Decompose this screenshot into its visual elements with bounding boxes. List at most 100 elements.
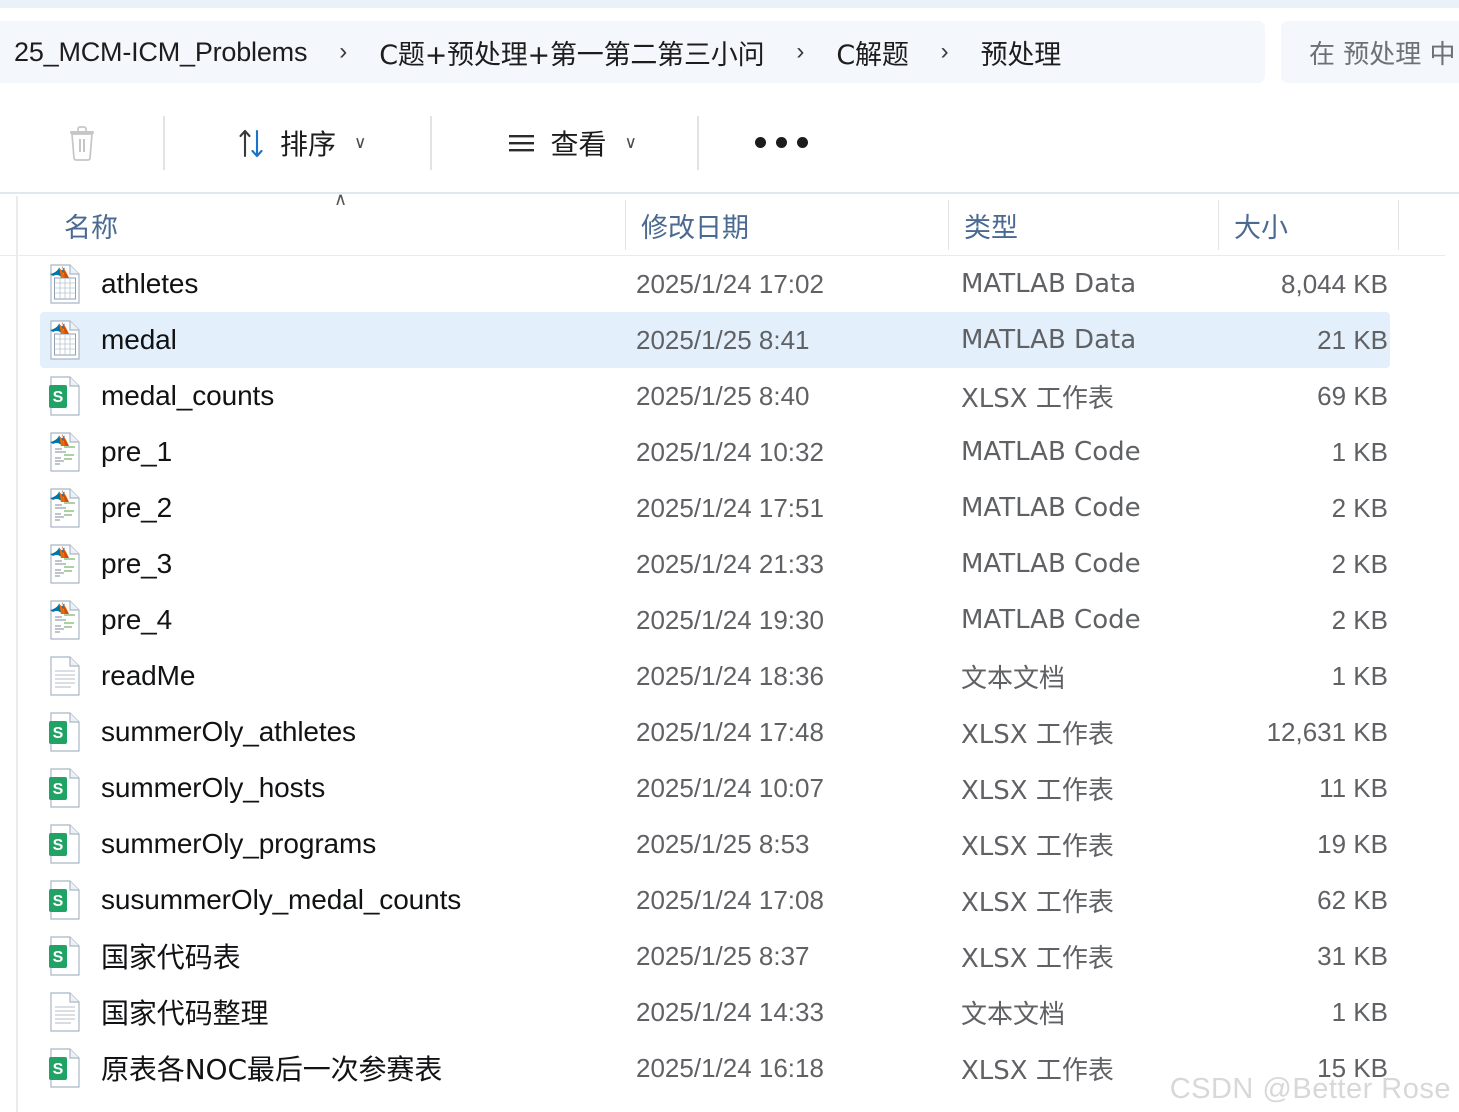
- excel-icon: S: [48, 376, 82, 416]
- cell-size: 2 KB: [1331, 548, 1388, 579]
- breadcrumb[interactable]: 25_MCM-ICM_Problems › C题+预处理+第一第二第三小问 › C解题 ›…: [0, 21, 1265, 83]
- more-options-button[interactable]: [743, 112, 820, 174]
- column-header-type[interactable]: 类型: [948, 194, 1218, 256]
- sort-button[interactable]: 排序 ∨: [222, 112, 378, 174]
- sort-label: 排序: [280, 127, 337, 161]
- file-name: medal: [101, 324, 177, 355]
- cell-name[interactable]: pre_3: [48, 544, 172, 584]
- file-name: pre_2: [101, 492, 173, 523]
- table-row[interactable]: Smedal_counts 2025/1/25 8:40 XLSX 工作表 69 KB: [0, 368, 1459, 424]
- delete-button[interactable]: [53, 112, 111, 174]
- table-row[interactable]: SsusummerOly_medal_counts 2025/1/24 17:08…: [0, 872, 1459, 928]
- cell-type: 文本文档: [961, 999, 1066, 1030]
- window-top-strip: [0, 0, 1459, 8]
- cell-date-modified: 2025/1/25 8:40: [636, 380, 810, 411]
- column-header-size[interactable]: 大小: [1218, 194, 1398, 256]
- table-row[interactable]: readMe 2025/1/24 18:36 文本文档 1 KB: [0, 648, 1459, 704]
- file-name: pre_1: [101, 436, 173, 467]
- column-header-date-modified[interactable]: 修改日期: [625, 194, 948, 256]
- excel-icon: S: [48, 712, 82, 752]
- cell-date-modified: 2025/1/24 19:30: [636, 604, 824, 635]
- svg-text:S: S: [53, 837, 64, 854]
- text-file-icon: [48, 992, 82, 1032]
- table-row[interactable]: 国家代码整理 2025/1/24 14:33 文本文档 1 KB: [0, 984, 1459, 1040]
- trash-icon: [70, 125, 94, 161]
- cell-name[interactable]: S 国家代码表: [48, 936, 241, 976]
- excel-icon: S: [48, 768, 82, 808]
- breadcrumb-item-1[interactable]: 25_MCM-ICM_Problems: [8, 35, 313, 70]
- cell-name[interactable]: Smedal_counts: [48, 376, 274, 416]
- toolbar-divider-2: [430, 115, 433, 170]
- cell-name[interactable]: medal: [48, 320, 177, 360]
- table-row[interactable]: pre_4 2025/1/24 19:30 MATLAB Code 2 KB: [0, 592, 1459, 648]
- table-row[interactable]: medal 2025/1/25 8:41 MATLAB Data 21 KB: [0, 312, 1459, 368]
- matlab-code-icon: [48, 488, 82, 528]
- cell-date-modified: 2025/1/24 17:51: [636, 492, 824, 523]
- breadcrumb-item-2[interactable]: C题+预处理+第一第二第三小问: [373, 31, 770, 74]
- table-row[interactable]: athletes 2025/1/24 17:02 MATLAB Data 8,044 …: [0, 256, 1459, 312]
- cell-name[interactable]: SsusummerOly_medal_counts: [48, 880, 461, 920]
- cell-date-modified: 2025/1/24 18:36: [636, 660, 824, 691]
- cell-date-modified: 2025/1/24 17:08: [636, 884, 824, 915]
- ellipsis-icon: [754, 137, 808, 148]
- table-row[interactable]: SsummerOly_athletes 2025/1/24 17:48 XLSX 工…: [0, 704, 1459, 760]
- sort-ascending-caret-icon: ∧: [334, 189, 348, 209]
- cell-name[interactable]: pre_4: [48, 600, 172, 640]
- table-row[interactable]: pre_2 2025/1/24 17:51 MATLAB Code 2 KB: [0, 480, 1459, 536]
- address-bar-row: 25_MCM-ICM_Problems › C题+预处理+第一第二第三小问 › C解题 ›…: [0, 8, 1459, 93]
- cell-date-modified: 2025/1/25 8:41: [636, 324, 810, 355]
- cell-type: XLSX 工作表: [961, 719, 1114, 750]
- cell-size: 1 KB: [1331, 996, 1388, 1027]
- cell-size: 21 KB: [1317, 324, 1388, 355]
- cell-date-modified: 2025/1/25 8:37: [636, 940, 810, 971]
- breadcrumb-item-3[interactable]: C解题: [830, 31, 914, 74]
- watermark: CSDN @Better Rose: [1169, 1073, 1451, 1105]
- file-name: susummerOly_medal_counts: [101, 884, 462, 915]
- breadcrumb-separator: ›: [940, 38, 949, 65]
- search-box[interactable]: 在 预处理 中: [1281, 21, 1459, 83]
- cell-size: 19 KB: [1317, 828, 1388, 859]
- cell-date-modified: 2025/1/25 8:53: [636, 828, 810, 859]
- svg-text:S: S: [53, 1061, 64, 1078]
- cell-type: XLSX 工作表: [961, 887, 1114, 918]
- hamburger-lines-icon: [509, 134, 535, 151]
- cell-name[interactable]: athletes: [48, 264, 198, 304]
- cell-name[interactable]: readMe: [48, 656, 195, 696]
- cell-type: XLSX 工作表: [961, 1055, 1114, 1086]
- svg-text:S: S: [53, 893, 64, 910]
- cell-size: 1 KB: [1331, 436, 1388, 467]
- toolbar-divider-3: [696, 115, 699, 170]
- cell-size: 62 KB: [1317, 884, 1388, 915]
- cell-name[interactable]: S 原表各NOC最后一次参赛表: [48, 1048, 442, 1088]
- cell-type: MATLAB Data: [961, 269, 1137, 299]
- breadcrumb-item-4[interactable]: 预处理: [975, 31, 1067, 74]
- column-divider-4[interactable]: [1398, 200, 1399, 250]
- matlab-data-icon: [48, 264, 82, 304]
- cell-name[interactable]: SsummerOly_programs: [48, 824, 376, 864]
- table-row[interactable]: SsummerOly_programs 2025/1/25 8:53 XLSX 工作…: [0, 816, 1459, 872]
- cell-size: 2 KB: [1331, 604, 1388, 635]
- excel-icon: S: [48, 936, 82, 976]
- matlab-code-icon: [48, 544, 82, 584]
- svg-text:S: S: [53, 781, 64, 798]
- cell-name[interactable]: pre_1: [48, 432, 172, 472]
- table-row[interactable]: pre_3 2025/1/24 21:33 MATLAB Code 2 KB: [0, 536, 1459, 592]
- cell-name[interactable]: pre_2: [48, 488, 172, 528]
- column-header-row: 名称 修改日期 类型 大小: [0, 194, 1459, 256]
- table-row[interactable]: SsummerOly_hosts 2025/1/24 10:07 XLSX 工作表 1…: [0, 760, 1459, 816]
- file-name: summerOly_athletes: [101, 716, 356, 747]
- view-button[interactable]: 查看 ∨: [492, 112, 648, 174]
- cell-size: 11 KB: [1319, 772, 1388, 803]
- cell-name[interactable]: SsummerOly_athletes: [48, 712, 356, 752]
- text-file-icon: [48, 656, 82, 696]
- cell-date-modified: 2025/1/24 17:02: [636, 268, 824, 299]
- cell-date-modified: 2025/1/24 14:33: [636, 996, 824, 1027]
- excel-icon: S: [48, 880, 82, 920]
- search-placeholder: 在 预处理 中: [1309, 39, 1456, 70]
- cell-name[interactable]: SsummerOly_hosts: [48, 768, 325, 808]
- svg-text:S: S: [53, 949, 64, 966]
- cell-type: MATLAB Data: [961, 325, 1137, 355]
- cell-name[interactable]: 国家代码整理: [48, 992, 269, 1032]
- table-row[interactable]: S 国家代码表 2025/1/25 8:37 XLSX 工作表 31 KB: [0, 928, 1459, 984]
- table-row[interactable]: pre_1 2025/1/24 10:32 MATLAB Code 1 KB: [0, 424, 1459, 480]
